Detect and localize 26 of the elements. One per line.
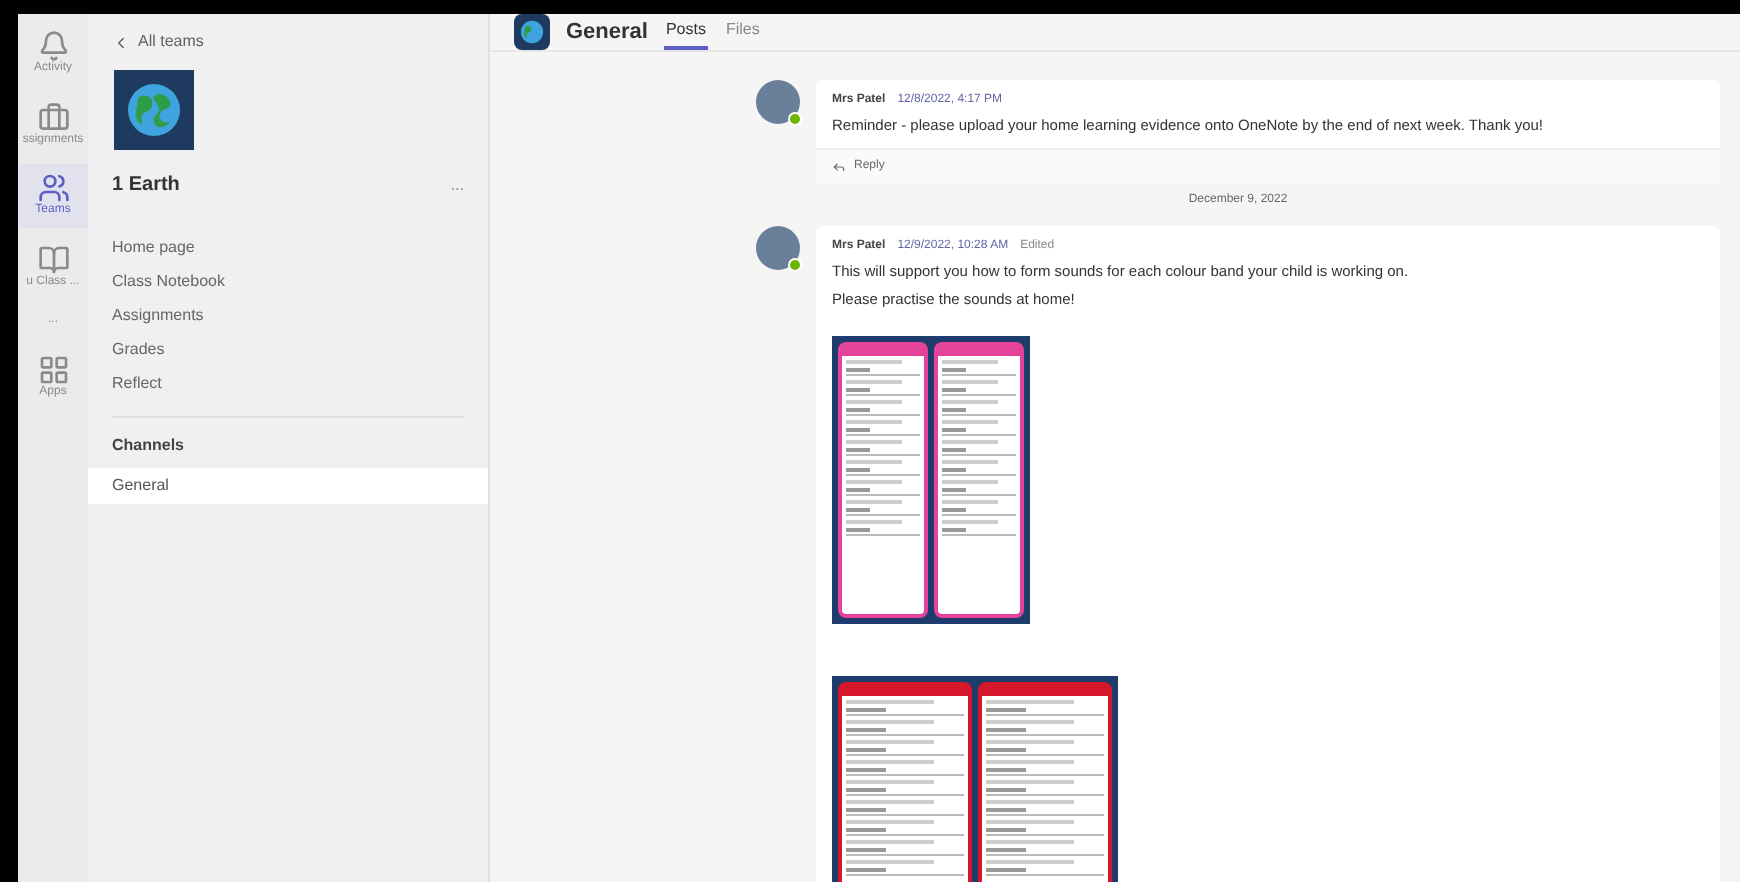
globe-icon xyxy=(520,20,544,44)
rail-icon xyxy=(37,30,69,62)
back-link[interactable]: All teams xyxy=(88,30,488,54)
channels-heading: Channels xyxy=(110,434,187,458)
rail-icon xyxy=(37,101,69,133)
tab[interactable]: Files xyxy=(723,14,762,50)
team-nav-item[interactable]: Grades xyxy=(112,338,464,362)
team-nav-item[interactable]: Home page xyxy=(112,236,464,260)
more-options[interactable]: ... xyxy=(450,173,464,197)
tab[interactable]: Posts xyxy=(663,14,708,50)
globe-icon xyxy=(126,82,182,138)
channel-item[interactable]: General xyxy=(88,468,488,504)
team-nav-item[interactable]: Reflect xyxy=(112,372,464,396)
reply-icon xyxy=(832,160,846,175)
channel-title: General xyxy=(566,17,648,48)
rail-icon xyxy=(37,172,69,204)
team-name: 1 Earth xyxy=(112,172,180,200)
avatar xyxy=(756,80,800,124)
worksheet-image[interactable] xyxy=(832,675,1118,882)
rail-icon xyxy=(37,243,69,275)
worksheet-image[interactable] xyxy=(832,335,1030,624)
team-nav-item[interactable]: Assignments xyxy=(112,304,464,328)
avatar xyxy=(756,226,800,271)
rail-icon xyxy=(37,353,69,385)
back-icon xyxy=(112,33,130,51)
team-nav-item[interactable]: Class Notebook xyxy=(112,270,464,294)
